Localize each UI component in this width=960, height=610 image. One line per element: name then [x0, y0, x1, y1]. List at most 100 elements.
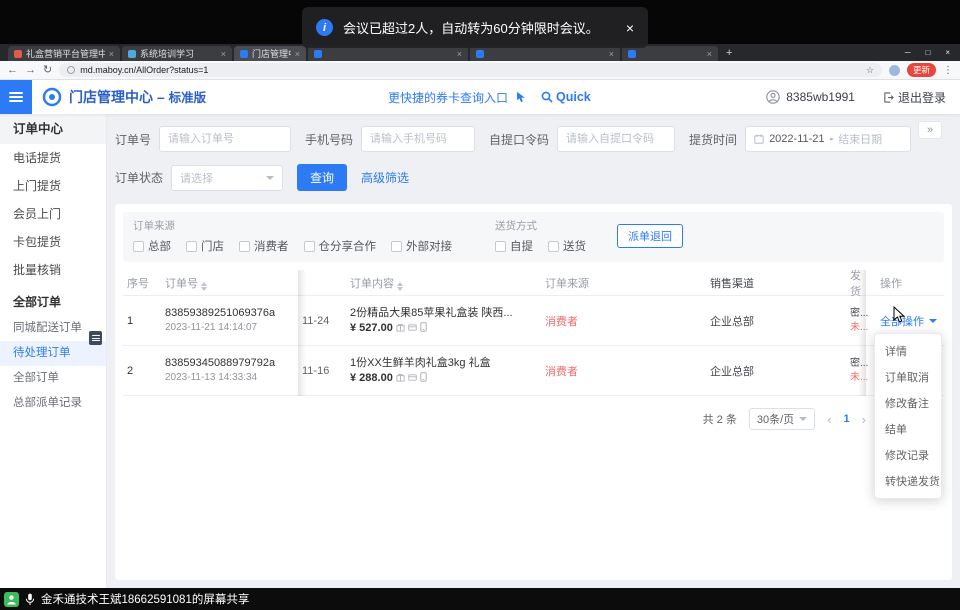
sidebar-item-order-center[interactable]: 订单中心 — [0, 114, 106, 144]
menu-item-cancel-order[interactable]: 订单取消 — [875, 364, 941, 390]
advanced-filter-link[interactable]: 高级筛选 — [361, 169, 409, 186]
order-no-input[interactable] — [159, 126, 291, 152]
sidebar-item-all-orders[interactable]: 全部订单 — [0, 366, 106, 391]
orders-table: 序号 订单号 订单内容 订单来源 销售渠道 发货 操作 1 8385938925… — [123, 270, 944, 396]
dispatch-return-button[interactable]: 派单退回 — [617, 224, 683, 248]
checkbox-delivery[interactable]: 送货 — [548, 238, 586, 254]
sidebar-item-member-visit[interactable]: 会员上门 — [0, 200, 106, 228]
browser-tab-training[interactable]: 系统培训学习 × — [122, 46, 232, 61]
next-page-button[interactable]: › — [862, 412, 866, 427]
source-tag: 消费者 — [545, 316, 578, 328]
meeting-toast: i 会议已超过2人，自动转为60分钟限时会议。 × — [302, 7, 648, 48]
promo-area: 更快捷的券卡查询入口 Quick — [388, 89, 591, 106]
browser-menu-icon[interactable]: ⋮ — [943, 65, 953, 76]
coupon-query-link[interactable]: 更快捷的券卡查询入口 — [388, 89, 508, 106]
checkbox-hq[interactable]: 总部 — [133, 238, 171, 254]
tab-close-icon[interactable]: × — [457, 49, 462, 59]
mic-icon[interactable] — [25, 593, 35, 606]
panel-collapse-button[interactable]: » — [918, 121, 942, 139]
cell-order-content: 2份精品大果85苹果礼盒装 陕西... ¥ 527.00 — [338, 306, 533, 336]
sort-icon[interactable] — [397, 282, 403, 291]
order-status-select[interactable]: 请选择 — [171, 165, 283, 191]
sidebar-item-cardpack-pickup[interactable]: 卡包提货 — [0, 228, 106, 256]
filter-row-2: 订单状态 请选择 查询 高级筛选 — [115, 164, 409, 191]
browser-tab[interactable]: × — [308, 46, 468, 61]
search-button[interactable]: 查询 — [297, 164, 347, 191]
checkbox-icon[interactable] — [239, 241, 250, 252]
sidebar-collapse-button[interactable] — [0, 80, 32, 114]
reload-icon[interactable]: ↻ — [43, 65, 52, 76]
chevron-down-icon — [266, 176, 274, 180]
screen-share-bar: 金禾通技术王斌18662591081的屏幕共享 — [0, 588, 960, 610]
bookmark-icon[interactable]: ☆ — [866, 65, 874, 76]
forward-icon[interactable]: → — [25, 65, 36, 76]
toast-close-icon[interactable]: × — [626, 20, 634, 36]
page-size-select[interactable]: 30条/页 — [749, 408, 815, 430]
back-icon[interactable]: ← — [7, 65, 18, 76]
new-tab-button[interactable]: + — [726, 47, 732, 59]
menu-item-edit-history[interactable]: 修改记录 — [875, 442, 941, 468]
site-info-icon[interactable] — [67, 66, 75, 74]
browser-tab-gift-platform[interactable]: 礼盒营销平台管理中心 × — [8, 46, 120, 61]
checkbox-icon[interactable] — [133, 241, 144, 252]
sidebar-drag-toggle[interactable] — [89, 331, 102, 345]
tab-title: 礼盒营销平台管理中心 — [26, 47, 105, 60]
browser-tab[interactable]: × — [470, 46, 620, 61]
tab-close-icon[interactable]: × — [221, 49, 226, 59]
checkbox-external[interactable]: 外部对接 — [391, 238, 452, 254]
maximize-icon[interactable]: □ — [925, 48, 930, 57]
header-actions: 操作 — [868, 275, 944, 291]
browser-tab-store-center[interactable]: 门店管理中心 × — [234, 46, 306, 61]
menu-item-edit-remark[interactable]: 修改备注 — [875, 390, 941, 416]
browser-update-button[interactable]: 更新 — [907, 63, 936, 77]
all-actions-dropdown[interactable]: 全部操作 — [880, 313, 937, 329]
address-bar[interactable]: md.maboy.cn/AllOrder?status=1 ☆ — [59, 63, 882, 77]
tab-close-icon[interactable]: × — [707, 49, 712, 59]
cell-shipping: 密... 未... — [846, 306, 868, 335]
pickup-code-input[interactable] — [557, 126, 675, 152]
logout-button[interactable]: 退出登录 — [883, 89, 946, 106]
menu-item-close-order[interactable]: 结单 — [875, 416, 941, 442]
order-content-text: 2份精品大果85苹果礼盒装 陕西... — [350, 306, 533, 321]
header-order-content[interactable]: 订单内容 — [338, 275, 533, 291]
checkbox-icon[interactable] — [548, 241, 559, 252]
header-order-no[interactable]: 订单号 — [153, 275, 298, 291]
screen: 礼盒营销平台管理中心 × 系统培训学习 × 门店管理中心 × × × × + ─ — [0, 0, 960, 610]
date-separator: - — [830, 133, 834, 145]
table-row[interactable]: 1 83859389251069376a 2023-11-21 14:14:07… — [123, 296, 944, 346]
checkbox-icon[interactable] — [495, 241, 506, 252]
pickup-time-range-picker[interactable]: 2022-11-21 - 结束日期 — [745, 126, 911, 152]
browser-tab[interactable]: × — [622, 46, 718, 61]
checkbox-icon[interactable] — [391, 241, 402, 252]
sidebar-item-batch-verify[interactable]: 批量核销 — [0, 256, 106, 284]
sort-icon[interactable] — [201, 282, 207, 291]
sidebar-item-door-pickup[interactable]: 上门提货 — [0, 172, 106, 200]
tab-close-icon[interactable]: × — [295, 49, 300, 59]
tab-close-icon[interactable]: × — [609, 49, 614, 59]
sidebar-item-phone-pickup[interactable]: 电话提货 — [0, 144, 106, 172]
checkbox-icon[interactable] — [186, 241, 197, 252]
minimize-icon[interactable]: ─ — [905, 48, 911, 57]
logout-icon — [883, 92, 894, 103]
checkbox-store[interactable]: 门店 — [186, 238, 224, 254]
checkbox-self-pickup[interactable]: 自提 — [495, 238, 533, 254]
tab-favicon-icon — [240, 50, 248, 58]
prev-page-button[interactable]: ‹ — [827, 412, 831, 427]
checkbox-consumer[interactable]: 消费者 — [239, 238, 289, 254]
sidebar-group-all-orders[interactable]: 全部订单 — [0, 288, 106, 316]
phone-input[interactable] — [361, 126, 475, 152]
tab-close-icon[interactable]: × — [109, 49, 114, 59]
table-row[interactable]: 2 83859345088979792a 2023-11-13 14:33:34… — [123, 346, 944, 396]
quick-search-button[interactable]: Quick — [541, 90, 591, 104]
sidebar: 订单中心 电话提货 上门提货 会员上门 卡包提货 批量核销 全部订单 同城配送订… — [0, 114, 107, 588]
sidebar-item-hq-dispatch-records[interactable]: 总部派单记录 — [0, 391, 106, 416]
menu-item-switch-express[interactable]: 转快递发货 — [875, 468, 941, 494]
menu-item-detail[interactable]: 详情 — [875, 338, 941, 364]
profile-avatar[interactable] — [889, 65, 900, 76]
current-page[interactable]: 1 — [844, 413, 850, 425]
tab-title: 门店管理中心 — [252, 47, 291, 60]
checkbox-icon[interactable] — [304, 241, 315, 252]
quick-label: Quick — [556, 90, 591, 104]
checkbox-warehouse-share[interactable]: 仓分享合作 — [304, 238, 377, 254]
window-close-icon[interactable]: × — [945, 48, 950, 57]
